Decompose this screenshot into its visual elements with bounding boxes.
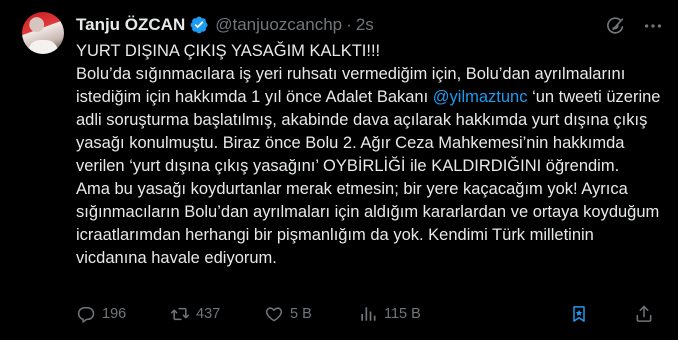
reply-button[interactable]: 196 <box>76 302 126 326</box>
tweet-text: YURT DIŞINA ÇIKIŞ YASAĞIM KALKTI!!! Bolu… <box>76 40 666 270</box>
avatar-figure <box>28 40 58 54</box>
reply-count: 196 <box>102 306 127 322</box>
avatar[interactable] <box>22 12 64 54</box>
views-icon <box>361 307 376 321</box>
share-button[interactable] <box>634 302 660 326</box>
retweet-icon <box>170 307 190 321</box>
retweet-button[interactable]: 437 <box>170 302 220 326</box>
tweet-paragraph-1: Bolu’da sığınmacılara iş yeri ruhsatı ve… <box>76 63 666 178</box>
tweet-headline: YURT DIŞINA ÇIKIŞ YASAĞIM KALKTI!!! <box>76 42 381 60</box>
share-icon <box>636 305 652 322</box>
author-name[interactable]: Tanju ÖZCAN <box>76 15 185 35</box>
more-icon[interactable] <box>642 15 664 37</box>
action-bar: 196 437 5 B 115 B <box>76 302 666 326</box>
tweet-time[interactable]: 2s <box>356 15 374 35</box>
heart-icon <box>265 307 283 322</box>
reply-icon <box>77 307 95 323</box>
verified-badge-icon <box>189 15 209 35</box>
bookmark-icon <box>573 306 585 322</box>
bookmark-button[interactable] <box>569 302 595 326</box>
views-count: 115 B <box>384 306 421 322</box>
views-button[interactable]: 115 B <box>358 302 421 326</box>
tweet-paragraph-2: Ama bu yasağı koydurtanlar merak etmesin… <box>76 180 660 267</box>
separator-dot: · <box>346 15 352 34</box>
mention-link[interactable]: @yilmaztunc <box>433 88 528 106</box>
author-handle[interactable]: @tanjuozcanchp <box>215 15 342 35</box>
tweet[interactable]: Tanju ÖZCAN @tanjuozcanchp · 2s YURT DIŞ… <box>0 0 678 340</box>
retweet-count: 437 <box>196 306 221 322</box>
tweet-header: Tanju ÖZCAN @tanjuozcanchp · 2s <box>76 13 374 37</box>
grok-icon[interactable] <box>605 15 627 37</box>
like-button[interactable]: 5 B <box>264 302 312 326</box>
like-count: 5 B <box>290 306 312 322</box>
